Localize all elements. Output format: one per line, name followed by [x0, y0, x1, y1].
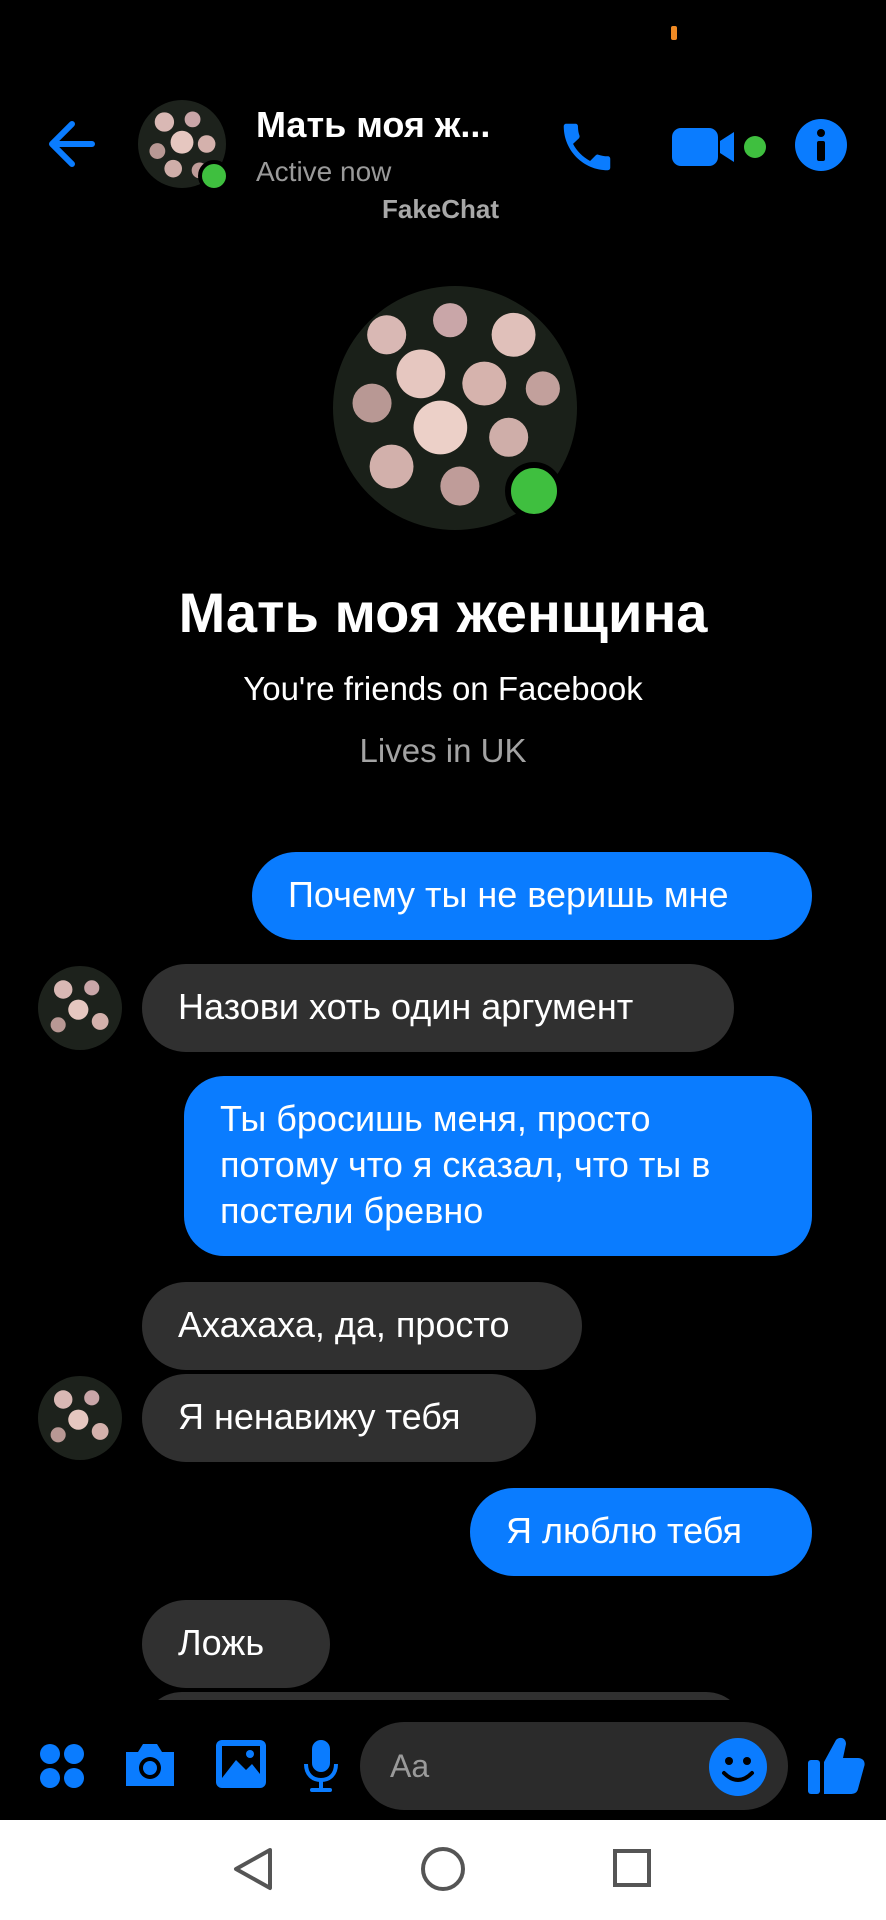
voice-call-button[interactable]	[556, 116, 618, 178]
watermark: FakeChat	[382, 194, 500, 224]
header-avatar[interactable]	[138, 100, 230, 192]
nav-recents-icon	[613, 1849, 651, 1887]
message-incoming[interactable]: Я ненавижу тебя	[142, 1374, 536, 1462]
nav-home-button[interactable]	[420, 1846, 466, 1892]
profile-avatar[interactable]	[333, 286, 577, 530]
message-avatar	[38, 1376, 122, 1460]
message-input-placeholder: Aa	[390, 1748, 430, 1784]
emoji-button[interactable]	[708, 1737, 768, 1797]
video-call-button[interactable]	[672, 124, 772, 170]
profile-online-dot	[505, 462, 563, 520]
message-avatar	[38, 966, 122, 1050]
camera-icon	[126, 1744, 174, 1786]
message-incoming[interactable]: Назови хоть один аргумент	[142, 964, 734, 1052]
like-button[interactable]	[806, 1734, 866, 1796]
video-camera-icon	[672, 128, 766, 166]
online-status-dot	[198, 160, 230, 192]
nav-back-icon	[234, 1848, 272, 1890]
info-icon	[795, 119, 847, 171]
emoji-icon	[709, 1738, 767, 1796]
thumbs-up-icon	[808, 1737, 865, 1794]
profile-name: Мать моя женщина	[178, 581, 708, 644]
phone-icon	[563, 123, 611, 171]
image-icon	[216, 1740, 266, 1788]
apps-button[interactable]	[38, 1742, 86, 1790]
nav-back-button[interactable]	[232, 1846, 274, 1892]
message-incoming[interactable]: Ахахаха, да, просто	[142, 1282, 582, 1370]
nav-recents-button[interactable]	[612, 1848, 652, 1888]
message-outgoing[interactable]: Я люблю тебя	[470, 1488, 812, 1576]
nav-home-icon	[421, 1847, 465, 1891]
contact-name[interactable]: Мать моя ж...	[256, 104, 514, 146]
info-button[interactable]	[794, 118, 848, 172]
system-nav-bar	[0, 1820, 886, 1920]
gallery-button[interactable]	[214, 1738, 268, 1790]
location-info: Lives in UK	[359, 732, 527, 769]
camera-button[interactable]	[122, 1740, 178, 1790]
back-button[interactable]	[42, 112, 106, 176]
back-arrow-icon	[49, 121, 95, 167]
message-incoming[interactable]: Ложь	[142, 1600, 330, 1688]
apps-grid-icon	[40, 1744, 84, 1788]
microphone-icon	[304, 1740, 338, 1792]
voice-record-button[interactable]	[302, 1738, 340, 1794]
active-status: Active now	[256, 156, 392, 187]
friends-status: You're friends on Facebook	[243, 670, 643, 707]
status-indicator	[671, 26, 677, 40]
message-outgoing[interactable]: Почему ты не веришь мне	[252, 852, 812, 940]
message-outgoing[interactable]: Ты бросишь меня, просто потому что я ска…	[184, 1076, 812, 1256]
